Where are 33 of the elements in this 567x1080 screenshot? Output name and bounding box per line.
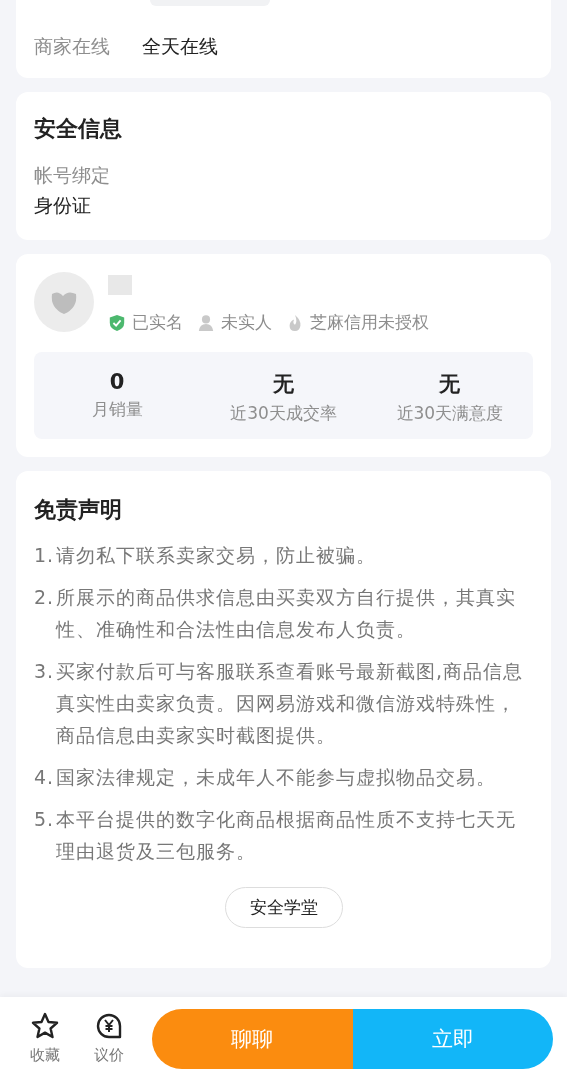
disclaimer-text: 所展示的商品供求信息由买卖双方自行提供，其真实性、准确性和合法性由信息发布人负责。 xyxy=(56,585,517,642)
bargain-button[interactable]: 议价 xyxy=(84,1012,134,1065)
list-number: 1. xyxy=(34,543,56,568)
badge-label: 未实人 xyxy=(221,311,272,334)
field-value: 身份证 xyxy=(34,193,92,218)
list-number: 5. xyxy=(34,807,56,832)
stat-value: 无 xyxy=(273,371,294,398)
avatar-icon xyxy=(34,272,94,332)
field-label: 帐号绑定 xyxy=(34,163,111,188)
badge-label: 已实名 xyxy=(132,311,183,334)
list-number: 2. xyxy=(34,585,56,610)
field-label: 商家在线 xyxy=(34,34,110,59)
section-title: 安全信息 xyxy=(34,115,123,143)
stat-label: 近30天成交率 xyxy=(230,402,337,425)
disclaimer-text: 本平台提供的数字化商品根据商品性质不支持七天无理由退货及三包服务。 xyxy=(56,807,517,864)
section-title: 免责声明 xyxy=(34,496,123,524)
disclaimer-text: 请勿私下联系卖家交易，防止被骗。 xyxy=(56,543,377,568)
field-value: 全天在线 xyxy=(142,34,218,59)
favorite-button[interactable]: 收藏 xyxy=(20,1012,70,1065)
disclaimer-text: 国家法律规定，未成年人不能参与虚拟物品交易。 xyxy=(56,765,497,790)
disclaimer-text: 买家付款后可与客服联系查看账号最新截图,商品信息真实性由卖家负责。因网易游戏和微信游戏特殊性，商品信息由卖家实时截图提供。 xyxy=(56,659,525,748)
stat-label: 月销量 xyxy=(91,398,143,421)
star-icon xyxy=(31,1012,59,1040)
person-icon xyxy=(197,313,215,332)
list-number: 4. xyxy=(34,765,56,790)
list-number: 3. xyxy=(34,659,56,684)
stat-value: 0 xyxy=(109,370,125,394)
yuan-bubble-icon xyxy=(95,1012,123,1040)
stat-value: 无 xyxy=(439,371,461,398)
shield-check-icon xyxy=(108,313,126,332)
badge-label: 芝麻信用未授权 xyxy=(310,311,429,334)
stat-label: 近30天满意度 xyxy=(396,402,504,425)
safety-school-button[interactable]: 安全学堂 xyxy=(224,887,343,928)
